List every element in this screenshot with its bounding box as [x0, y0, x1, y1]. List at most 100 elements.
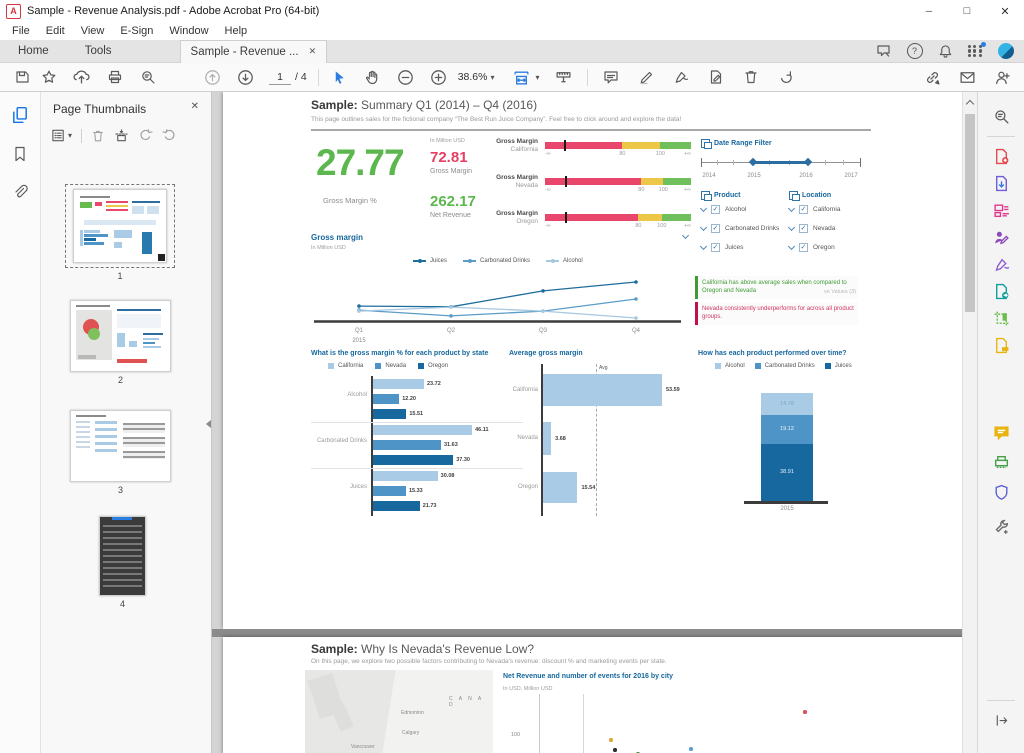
checkbox-checked-icon[interactable] — [711, 224, 720, 233]
highlight-button[interactable] — [633, 66, 660, 89]
document-viewport[interactable]: Sample: Summary Q1 (2014) – Q4 (2016) Th… — [212, 92, 962, 753]
apps-grid-icon[interactable] — [968, 45, 984, 57]
more-tools-button[interactable] — [988, 515, 1014, 539]
rotate-pages-button[interactable] — [773, 66, 800, 89]
share-button[interactable] — [68, 66, 95, 89]
date-range-slider[interactable] — [701, 156, 861, 170]
select-tool-button[interactable] — [326, 66, 353, 89]
bookmarks-icon[interactable] — [12, 146, 28, 162]
rotate-right-icon[interactable] — [162, 128, 177, 143]
page-number-input[interactable] — [269, 69, 291, 85]
previous-page-button[interactable] — [199, 66, 226, 89]
compress-pdf-button[interactable] — [988, 333, 1014, 357]
page-fit-button[interactable] — [508, 66, 535, 89]
vertical-scrollbar[interactable] — [962, 92, 977, 753]
trend-chart-title: Gross margin — [311, 233, 363, 242]
page-thumbnails-icon[interactable] — [11, 106, 29, 124]
maximize-button[interactable]: □ — [948, 0, 986, 22]
tab-close-icon[interactable]: ✕ — [309, 46, 317, 57]
tab-tools[interactable]: Tools — [67, 40, 130, 62]
chevron-down-icon[interactable] — [700, 243, 707, 250]
thumbnail-options-button[interactable]: ▾ — [51, 128, 72, 143]
checkbox-checked-icon[interactable] — [711, 243, 720, 252]
menu-esign[interactable]: E-Sign — [112, 25, 161, 37]
checkbox-checked-icon[interactable] — [711, 205, 720, 214]
slider-handle-end[interactable] — [804, 158, 812, 166]
filter-row-carbonated-drinks[interactable]: Carbonated Drinks — [701, 224, 779, 233]
feedback-icon[interactable] — [876, 43, 892, 59]
delete-page-icon[interactable] — [91, 129, 105, 143]
menu-file[interactable]: File — [4, 25, 38, 37]
find-button[interactable] — [134, 66, 161, 89]
help-icon[interactable]: ? — [907, 43, 923, 59]
filter-row-nevada[interactable]: Nevada — [789, 224, 840, 233]
create-pdf-button[interactable] — [988, 144, 1014, 168]
scan-and-ocr-button[interactable] — [988, 306, 1014, 330]
add-comments-button[interactable] — [988, 420, 1014, 444]
next-page-button[interactable] — [232, 66, 259, 89]
checkbox-checked-icon[interactable] — [799, 205, 808, 214]
panel-close-icon[interactable]: ✕ — [191, 101, 199, 112]
comment-button[interactable] — [598, 66, 625, 89]
page-fit-caret-icon[interactable]: ▾ — [535, 73, 539, 82]
export-pdf-button[interactable] — [988, 171, 1014, 195]
filter-row-alcohol[interactable]: Alcohol — [701, 205, 779, 214]
print-button[interactable] — [101, 66, 128, 89]
request-esignatures-button[interactable] — [988, 225, 1014, 249]
menu-window[interactable]: Window — [161, 25, 216, 37]
insert-pages-icon[interactable] — [114, 128, 129, 143]
chevron-down-icon[interactable] — [788, 224, 795, 231]
filter-row-california[interactable]: California — [789, 205, 840, 214]
slider-handle-start[interactable] — [749, 158, 757, 166]
filter-row-oregon[interactable]: Oregon — [789, 243, 840, 252]
tab-document[interactable]: Sample - Revenue ... ✕ — [180, 40, 328, 63]
attachments-icon[interactable] — [12, 184, 28, 200]
rotate-left-icon[interactable] — [138, 128, 153, 143]
collapse-panel-arrow[interactable] — [206, 420, 211, 428]
protect-pdf-button[interactable] — [988, 480, 1014, 504]
save-button[interactable] — [8, 66, 35, 89]
page-thumbnail-2[interactable]: 2 — [70, 300, 171, 385]
chevron-down-icon[interactable] — [700, 205, 707, 212]
chevron-down-icon[interactable] — [788, 243, 795, 250]
chevron-down-icon[interactable] — [700, 224, 707, 231]
page-thumbnail-3[interactable]: 3 — [70, 410, 171, 495]
measure-button[interactable] — [550, 66, 577, 89]
delete-pages-button[interactable] — [738, 66, 765, 89]
slider-selected-range[interactable] — [753, 161, 808, 165]
menu-help[interactable]: Help — [217, 25, 256, 37]
send-for-review-button[interactable] — [988, 279, 1014, 303]
filter-row-juices[interactable]: Juices — [701, 243, 779, 252]
menu-view[interactable]: View — [73, 25, 113, 37]
star-button[interactable] — [35, 66, 62, 89]
zoom-caret-icon[interactable]: ▾ — [490, 73, 494, 82]
hand-tool-button[interactable] — [359, 66, 386, 89]
notifications-bell-icon[interactable] — [938, 44, 953, 59]
zoom-out-button[interactable] — [392, 66, 419, 89]
scrollbar-thumb[interactable] — [965, 114, 975, 312]
page-thumbnail-1[interactable]: 1 — [65, 184, 175, 281]
expand-tools-button[interactable] — [988, 708, 1014, 732]
find-tool-button[interactable] — [988, 104, 1014, 128]
edit-pdf-button[interactable] — [703, 66, 730, 89]
user-avatar[interactable] — [998, 43, 1014, 59]
fill-sign-button[interactable] — [668, 66, 695, 89]
zoom-level-value[interactable]: 38.6% — [458, 71, 488, 83]
minimize-button[interactable]: ─ — [910, 0, 948, 22]
close-button[interactable]: ✕ — [986, 0, 1024, 22]
fill-and-sign-button[interactable] — [988, 252, 1014, 276]
page-thumbnail-4[interactable]: 4 — [99, 516, 146, 609]
checkbox-checked-icon[interactable] — [799, 224, 808, 233]
menu-edit[interactable]: Edit — [38, 25, 73, 37]
chevron-down-icon[interactable] — [788, 205, 795, 212]
link-button[interactable] — [919, 66, 946, 89]
trend-xtick-q4: Q4 — [626, 328, 646, 334]
scroll-up-icon[interactable] — [966, 100, 974, 108]
organize-pages-button[interactable] — [988, 198, 1014, 222]
email-button[interactable] — [954, 66, 981, 89]
tab-home[interactable]: Home — [0, 40, 67, 62]
invite-user-button[interactable] — [989, 66, 1016, 89]
zoom-in-button[interactable] — [425, 66, 452, 89]
print-production-button[interactable] — [988, 450, 1014, 474]
checkbox-checked-icon[interactable] — [799, 243, 808, 252]
